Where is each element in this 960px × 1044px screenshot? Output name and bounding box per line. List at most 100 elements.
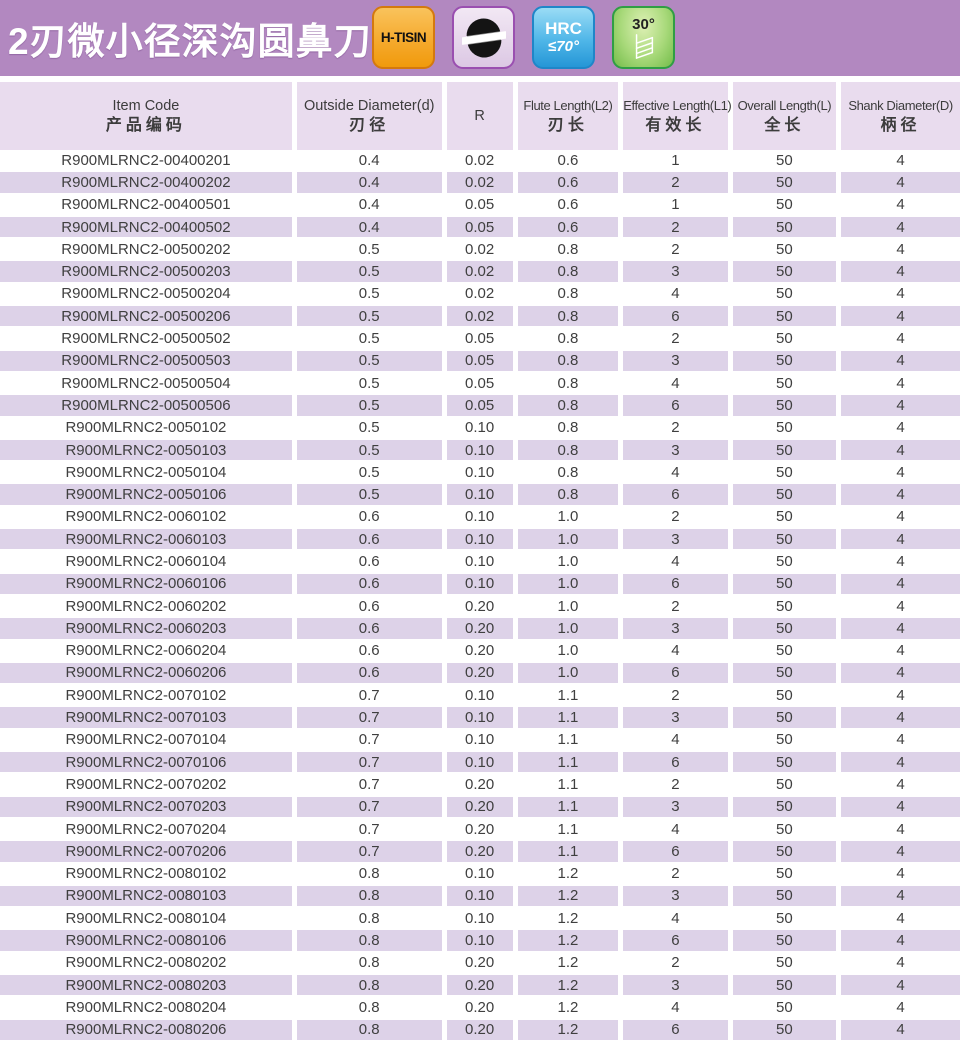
table-row: R900MLRNC2-0060203 0.6 0.20 1.0 3 50 4: [0, 618, 960, 641]
value-cell: 0.6: [512, 194, 619, 217]
value-cell: 4: [836, 997, 960, 1020]
value-cell: 0.5: [291, 283, 442, 307]
value-cell: 4: [618, 908, 728, 931]
col-overall-length-zh: 全长: [764, 116, 805, 134]
value-cell: 6: [618, 484, 728, 507]
item-code-cell: R900MLRNC2-00500504: [0, 372, 292, 396]
value-cell: 0.7: [291, 685, 442, 708]
item-code-cell: R900MLRNC2-0070106: [0, 752, 292, 775]
value-cell: 1.2: [512, 997, 619, 1020]
value-cell: 6: [618, 930, 728, 953]
value-cell: 0.6: [291, 595, 442, 619]
value-cell: 0.7: [291, 818, 442, 842]
value-cell: 6: [618, 662, 728, 686]
value-cell: 1.0: [512, 506, 619, 530]
h-tisin-label: H-TISIN: [380, 30, 427, 45]
value-cell: 50: [727, 216, 837, 240]
value-cell: 0.8: [512, 261, 619, 284]
value-cell: 0.8: [512, 350, 619, 373]
value-cell: 2: [618, 863, 728, 886]
item-code-cell: R900MLRNC2-00400502: [0, 216, 292, 240]
value-cell: 50: [727, 439, 837, 463]
item-code-cell: R900MLRNC2-0060202: [0, 595, 292, 619]
value-cell: 1.0: [512, 551, 619, 574]
value-cell: 0.8: [291, 885, 442, 909]
product-table: Item Code 产品编码 Outside Diameter(d) 刃径 R …: [0, 82, 960, 1042]
value-cell: 0.6: [291, 662, 442, 686]
value-cell: 4: [836, 484, 960, 507]
value-cell: 0.20: [441, 796, 513, 819]
table-row: R900MLRNC2-0080202 0.8 0.20 1.2 2 50 4: [0, 952, 960, 975]
value-cell: 1.0: [512, 573, 619, 596]
value-cell: 0.8: [291, 974, 442, 998]
value-cell: 0.5: [291, 462, 442, 485]
value-cell: 0.5: [291, 484, 442, 507]
value-cell: 50: [727, 573, 837, 596]
value-cell: 0.5: [291, 350, 442, 373]
value-cell: 0.8: [291, 1019, 442, 1042]
value-cell: 1.1: [512, 818, 619, 842]
value-cell: 50: [727, 417, 837, 440]
helix-angle-label: 30°: [632, 15, 655, 33]
item-code-cell: R900MLRNC2-0080202: [0, 952, 292, 975]
value-cell: 50: [727, 707, 837, 730]
col-item-code-en: Item Code: [112, 97, 180, 114]
table-row: R900MLRNC2-00500506 0.5 0.05 0.8 6 50 4: [0, 395, 960, 418]
value-cell: 1.2: [512, 952, 619, 975]
value-cell: 50: [727, 640, 837, 663]
value-cell: 2: [618, 239, 728, 262]
value-cell: 4: [618, 283, 728, 307]
item-code-cell: R900MLRNC2-0080204: [0, 997, 292, 1020]
table-row: R900MLRNC2-00400202 0.4 0.02 0.6 2 50 4: [0, 172, 960, 195]
hardness-badge: HRC ≤70°: [532, 6, 595, 69]
value-cell: 50: [727, 841, 837, 864]
value-cell: 0.10: [441, 484, 513, 507]
value-cell: 0.10: [441, 885, 513, 909]
hrc-label: HRC: [545, 19, 582, 38]
item-code-cell: R900MLRNC2-00400501: [0, 194, 292, 217]
value-cell: 50: [727, 595, 837, 619]
value-cell: 0.8: [512, 372, 619, 396]
value-cell: 4: [618, 997, 728, 1020]
value-cell: 4: [836, 239, 960, 262]
value-cell: 4: [836, 863, 960, 886]
value-cell: 4: [836, 283, 960, 307]
value-cell: 0.10: [441, 529, 513, 552]
value-cell: 1.2: [512, 885, 619, 909]
item-code-cell: R900MLRNC2-0070104: [0, 729, 292, 753]
value-cell: 50: [727, 529, 837, 552]
value-cell: 0.6: [512, 216, 619, 240]
value-cell: 4: [836, 908, 960, 931]
value-cell: 0.5: [291, 372, 442, 396]
value-cell: 0.5: [291, 417, 442, 440]
table-row: R900MLRNC2-00400201 0.4 0.02 0.6 1 50 4: [0, 150, 960, 173]
value-cell: 50: [727, 729, 837, 753]
value-cell: 4: [836, 685, 960, 708]
value-cell: 4: [836, 529, 960, 552]
table-row: R900MLRNC2-00500504 0.5 0.05 0.8 4 50 4: [0, 372, 960, 396]
item-code-cell: R900MLRNC2-0060203: [0, 618, 292, 641]
value-cell: 0.10: [441, 930, 513, 953]
value-cell: 4: [836, 1019, 960, 1042]
table-row: R900MLRNC2-0080203 0.8 0.20 1.2 3 50 4: [0, 974, 960, 998]
table-row: R900MLRNC2-0060103 0.6 0.10 1.0 3 50 4: [0, 529, 960, 552]
value-cell: 0.5: [291, 239, 442, 262]
value-cell: 1.1: [512, 752, 619, 775]
table-row: R900MLRNC2-00400502 0.4 0.05 0.6 2 50 4: [0, 216, 960, 240]
col-shank-diameter: Shank Diameter(D) 柄径: [836, 82, 960, 150]
value-cell: 0.20: [441, 841, 513, 864]
value-cell: 0.10: [441, 707, 513, 730]
value-cell: 0.6: [291, 506, 442, 530]
value-cell: 1.1: [512, 796, 619, 819]
ball-nose-cutter-badge: [452, 6, 515, 69]
value-cell: 4: [836, 618, 960, 641]
value-cell: 1.1: [512, 841, 619, 864]
value-cell: 2: [618, 216, 728, 240]
value-cell: 6: [618, 306, 728, 329]
value-cell: 50: [727, 930, 837, 953]
value-cell: 0.10: [441, 417, 513, 440]
value-cell: 50: [727, 239, 837, 262]
value-cell: 4: [836, 841, 960, 864]
value-cell: 0.20: [441, 640, 513, 663]
item-code-cell: R900MLRNC2-0050102: [0, 417, 292, 440]
